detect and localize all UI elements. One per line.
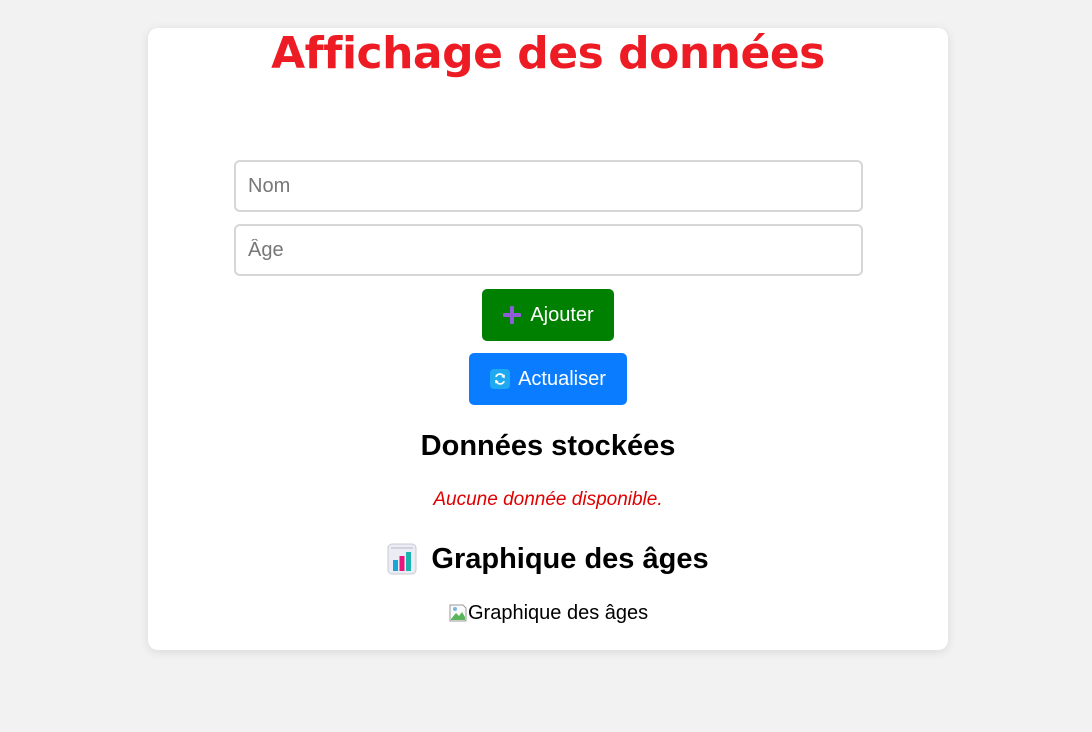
chart-image-alt: Graphique des âges	[468, 601, 649, 624]
bar-chart-icon	[387, 543, 417, 575]
refresh-icon	[490, 369, 511, 389]
broken-image-icon	[448, 603, 468, 623]
empty-data-message: Aucune donnée disponible.	[433, 489, 663, 510]
main-card: Affichage des données Ajouter Actualiser…	[148, 28, 948, 650]
name-input[interactable]	[234, 160, 863, 212]
page-title: Affichage des données	[271, 28, 825, 79]
chart-title: Graphique des âges	[431, 542, 709, 575]
plus-icon	[502, 305, 522, 325]
add-button-label: Ajouter	[530, 303, 594, 326]
age-input[interactable]	[234, 224, 863, 276]
add-button[interactable]: Ajouter	[482, 289, 614, 341]
chart-image: Graphique des âges	[448, 601, 648, 625]
refresh-button[interactable]: Actualiser	[469, 353, 627, 405]
refresh-button-label: Actualiser	[518, 367, 606, 390]
stored-data-title: Données stockées	[420, 430, 676, 462]
chart-heading: Graphique des âges	[148, 540, 948, 578]
